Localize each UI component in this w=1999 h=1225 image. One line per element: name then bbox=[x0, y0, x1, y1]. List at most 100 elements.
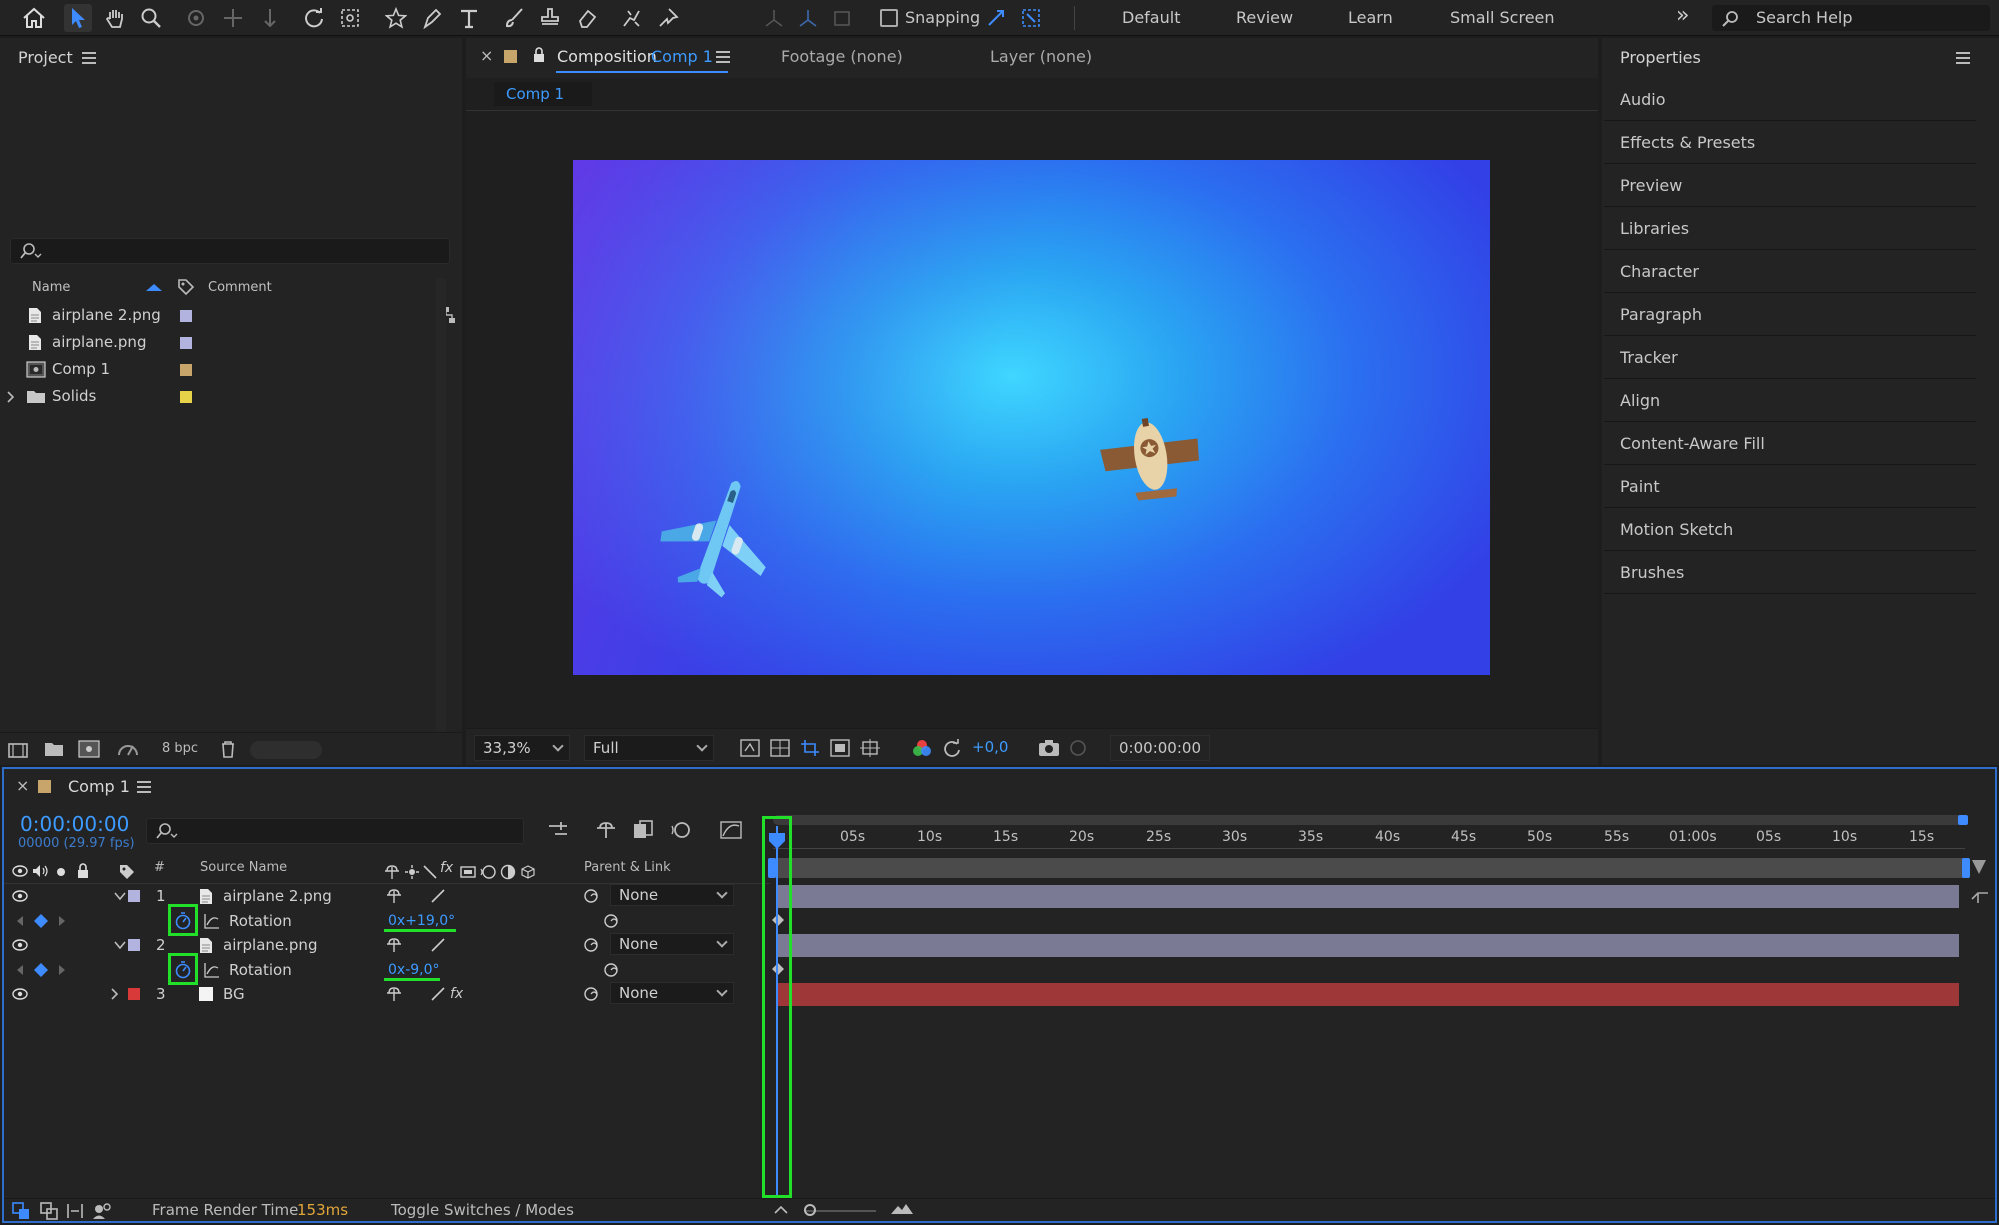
eraser-tool-icon[interactable] bbox=[573, 4, 601, 32]
workspace-learn[interactable]: Learn bbox=[1348, 0, 1393, 36]
parent-dropdown[interactable]: None bbox=[610, 884, 734, 906]
label-color-swatch[interactable] bbox=[180, 364, 192, 376]
label-color-swatch[interactable] bbox=[180, 391, 192, 403]
zoom-in-icon[interactable] bbox=[890, 1202, 914, 1216]
snap-edges-icon[interactable] bbox=[982, 4, 1010, 32]
channels-icon[interactable] bbox=[912, 739, 932, 757]
panel-effects-presets[interactable]: Effects & Presets bbox=[1604, 122, 1976, 164]
zoom-tool-icon[interactable] bbox=[137, 4, 165, 32]
roto-brush-tool-icon[interactable] bbox=[617, 4, 645, 32]
property-row[interactable]: Rotation 0x-9,0° bbox=[4, 953, 768, 985]
label-tag-icon[interactable] bbox=[177, 278, 195, 296]
dolly-camera-icon[interactable] bbox=[256, 4, 284, 32]
project-item[interactable]: airplane 2.png bbox=[6, 302, 436, 329]
snapshot-camera-icon[interactable] bbox=[1038, 739, 1060, 757]
selection-tool-icon[interactable] bbox=[64, 4, 92, 32]
shy-switch-icon[interactable] bbox=[386, 888, 402, 904]
shy-switch-icon[interactable] bbox=[386, 986, 402, 1002]
workspace-review[interactable]: Review bbox=[1236, 0, 1293, 36]
motion-blur-icon[interactable] bbox=[670, 820, 692, 840]
parent-dropdown[interactable]: None bbox=[610, 933, 734, 955]
layer-label-color[interactable] bbox=[128, 890, 140, 902]
lock-column-icon[interactable] bbox=[76, 863, 90, 879]
eye-icon[interactable] bbox=[12, 939, 28, 951]
layer-duration-bar[interactable] bbox=[777, 983, 1959, 1006]
previous-keyframe-icon[interactable] bbox=[16, 915, 24, 927]
expression-pick-whip-icon[interactable] bbox=[602, 962, 620, 978]
frame-blending-icon[interactable] bbox=[632, 820, 654, 840]
new-composition-icon[interactable] bbox=[78, 740, 102, 758]
render-time-toggle-icon[interactable] bbox=[92, 1202, 112, 1220]
anchor-point-tool-icon[interactable] bbox=[336, 4, 364, 32]
column-comment[interactable]: Comment bbox=[208, 280, 272, 295]
layer-label-color[interactable] bbox=[128, 988, 140, 1000]
chevron-down-icon[interactable] bbox=[114, 940, 126, 950]
collapse-switch-icon[interactable] bbox=[404, 864, 420, 880]
snap-features-icon[interactable] bbox=[1017, 4, 1045, 32]
solo-column-icon[interactable] bbox=[57, 868, 65, 876]
time-ruler[interactable] bbox=[773, 827, 1965, 849]
close-timeline-icon[interactable]: × bbox=[16, 776, 29, 795]
next-keyframe-icon[interactable] bbox=[58, 964, 66, 976]
layer-tab[interactable]: Layer (none) bbox=[990, 47, 1092, 66]
reset-exposure-icon[interactable] bbox=[942, 739, 962, 757]
zoom-slider-thumb[interactable] bbox=[804, 1204, 816, 1216]
project-scrollbar[interactable] bbox=[436, 278, 446, 764]
label-color-swatch[interactable] bbox=[180, 337, 192, 349]
layer-duration-bar[interactable] bbox=[777, 885, 1959, 908]
transparency-grid-icon[interactable] bbox=[770, 739, 790, 757]
project-item[interactable]: Comp 1 bbox=[6, 356, 436, 383]
work-area-bar[interactable] bbox=[773, 815, 1965, 825]
motion-blur-switch-icon[interactable] bbox=[480, 864, 496, 880]
project-item[interactable]: airplane.png bbox=[6, 329, 436, 356]
layer-row[interactable]: 2 airplane.png None bbox=[4, 933, 768, 957]
composition-tab-prefix[interactable]: Composition bbox=[557, 47, 657, 66]
panel-tracker[interactable]: Tracker bbox=[1604, 337, 1976, 379]
snapping-checkbox[interactable] bbox=[880, 9, 898, 27]
graph-editor-icon[interactable] bbox=[719, 820, 743, 840]
chevron-right-icon[interactable] bbox=[110, 988, 120, 1000]
panel-preview[interactable]: Preview bbox=[1604, 165, 1976, 207]
audio-column-icon[interactable] bbox=[32, 864, 50, 878]
timeline-timecode[interactable]: 0:00:00:00 bbox=[20, 812, 129, 836]
panel-brushes[interactable]: Brushes bbox=[1604, 552, 1976, 594]
workspace-overflow-icon[interactable]: » bbox=[1676, 3, 1689, 28]
mask-visibility-icon[interactable] bbox=[830, 739, 850, 757]
brown-airplane-image[interactable] bbox=[1096, 408, 1206, 508]
panel-character[interactable]: Character bbox=[1604, 251, 1976, 293]
next-keyframe-icon[interactable] bbox=[58, 915, 66, 927]
axis-view-icon[interactable] bbox=[828, 4, 856, 32]
clone-stamp-tool-icon[interactable] bbox=[536, 4, 564, 32]
project-item[interactable]: Solids bbox=[6, 383, 436, 410]
timeline-menu-icon[interactable] bbox=[137, 781, 151, 793]
eye-icon[interactable] bbox=[12, 890, 28, 902]
panel-paragraph[interactable]: Paragraph bbox=[1604, 294, 1976, 336]
eye-column-icon[interactable] bbox=[12, 865, 28, 877]
resolution-dropdown[interactable]: Full bbox=[584, 735, 714, 761]
shape-star-tool-icon[interactable] bbox=[382, 4, 410, 32]
blue-airplane-image[interactable] bbox=[653, 472, 783, 602]
timeline-search-input[interactable] bbox=[146, 818, 524, 844]
graph-icon[interactable] bbox=[204, 962, 220, 978]
panel-align[interactable]: Align bbox=[1604, 380, 1976, 422]
brush-tool-icon[interactable] bbox=[500, 4, 528, 32]
chevron-right-icon[interactable] bbox=[6, 391, 16, 403]
workspace-default[interactable]: Default bbox=[1122, 0, 1180, 36]
layer-row[interactable]: 3 BG fx None bbox=[4, 982, 768, 1006]
toggle-switches-modes-button[interactable]: Toggle Switches / Modes bbox=[391, 1201, 574, 1219]
work-area-end-handle[interactable] bbox=[1958, 815, 1968, 825]
frame-blend-switch-icon[interactable] bbox=[460, 864, 476, 880]
label-color-swatch[interactable] bbox=[180, 310, 192, 322]
zoom-dropdown[interactable]: 33,3% bbox=[474, 735, 570, 761]
layer-label-color[interactable] bbox=[128, 939, 140, 951]
pan-camera-icon[interactable] bbox=[219, 4, 247, 32]
comp-end-handle[interactable] bbox=[1962, 858, 1970, 878]
3d-layer-switch-icon[interactable] bbox=[520, 864, 536, 880]
rotation-tool-icon[interactable] bbox=[300, 4, 328, 32]
adjustment-layer-switch-icon[interactable] bbox=[500, 864, 516, 880]
layer-switches-toggle-icon[interactable] bbox=[12, 1202, 30, 1220]
project-settings-icon[interactable] bbox=[116, 740, 140, 758]
home-icon[interactable] bbox=[20, 4, 48, 32]
properties-menu-icon[interactable] bbox=[1956, 52, 1970, 64]
quality-switch-icon[interactable] bbox=[430, 986, 446, 1002]
